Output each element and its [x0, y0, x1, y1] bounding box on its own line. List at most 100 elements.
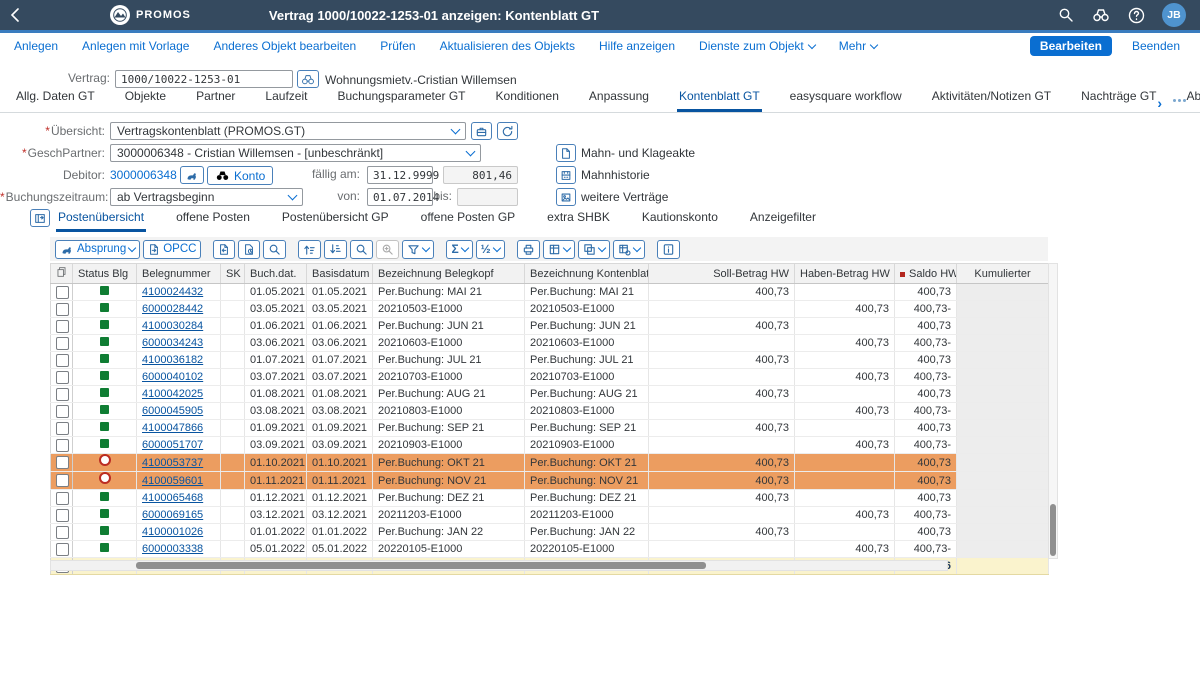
column-header-status-blg[interactable]: Status Blg: [73, 264, 137, 284]
vertrag-input[interactable]: 1000/10022-1253-01: [115, 70, 293, 88]
document-number-link[interactable]: 6000051707: [142, 439, 203, 451]
dunning-dog-button[interactable]: [180, 166, 204, 184]
menu-item-anlegen[interactable]: Anlegen: [14, 39, 58, 53]
document-number-link[interactable]: 4100024432: [142, 286, 203, 298]
row-checkbox[interactable]: [56, 405, 69, 418]
refresh-button[interactable]: [497, 122, 518, 140]
column-header-sk[interactable]: SK: [221, 264, 245, 284]
opcc-button[interactable]: OPCC: [143, 240, 201, 259]
info-button[interactable]: [657, 240, 680, 259]
tab-abweichende-bemessungen[interactable]: Abweichende Bemessungen: [1185, 89, 1200, 112]
vertrag-search-button[interactable]: [297, 70, 319, 88]
row-checkbox[interactable]: [56, 526, 69, 539]
column-header-kumulierter[interactable]: Kumulierter: [957, 264, 1049, 284]
faellig-input[interactable]: 31.12.9999: [367, 166, 433, 184]
jump-menu-button[interactable]: Absprung: [55, 240, 140, 259]
document-number-link[interactable]: 4100036182: [142, 354, 203, 366]
bis-input[interactable]: [457, 188, 518, 206]
sum-button[interactable]: Σ: [446, 240, 472, 259]
search-icon[interactable]: [1057, 6, 1075, 24]
tab-laufzeit[interactable]: Laufzeit: [263, 89, 309, 112]
layout-button[interactable]: [613, 240, 645, 259]
subtab-kautionskonto[interactable]: Kautionskonto: [640, 210, 720, 232]
mahn-klageakte-button[interactable]: [556, 144, 576, 162]
column-header-haben-betrag-hw[interactable]: Haben-Betrag HW: [795, 264, 895, 284]
tab-aktivit-ten-notizen-gt[interactable]: Aktivitäten/Notizen GT: [930, 89, 1053, 112]
views-button[interactable]: [578, 240, 610, 259]
vertical-scrollbar[interactable]: [1048, 263, 1058, 559]
weitere-vertraege-label[interactable]: weitere Verträge: [581, 188, 668, 206]
menu-item-pr-fen[interactable]: Prüfen: [380, 39, 415, 53]
document-number-link[interactable]: 6000069165: [142, 509, 203, 521]
column-header-selection[interactable]: [51, 264, 73, 284]
uebersicht-select[interactable]: Vertragskontenblatt (PROMOS.GT): [110, 122, 466, 140]
column-header-saldo-hw[interactable]: Saldo HW: [895, 264, 957, 284]
print-button[interactable]: [517, 240, 540, 259]
subtab-offene-posten-gp[interactable]: offene Posten GP: [419, 210, 518, 232]
vertical-scrollbar-thumb[interactable]: [1050, 504, 1056, 556]
binoculars-icon[interactable]: [1092, 6, 1110, 24]
document-number-link[interactable]: 6000003338: [142, 543, 203, 555]
document-number-link[interactable]: 4100001026: [142, 526, 203, 538]
buchungszeitraum-select[interactable]: ab Vertragsbeginn: [110, 188, 303, 206]
overview-variant-button[interactable]: [471, 122, 492, 140]
document-number-link[interactable]: 4100059601: [142, 475, 203, 487]
tab-overflow-chevron-icon[interactable]: ›: [1157, 95, 1162, 111]
subtotal-button[interactable]: ½: [476, 240, 505, 259]
subtab-posten-bersicht-gp[interactable]: Postenübersicht GP: [280, 210, 391, 232]
find-button[interactable]: [350, 240, 373, 259]
weitere-vertraege-button[interactable]: [556, 188, 576, 206]
column-header-belegnummer[interactable]: Belegnummer: [137, 264, 221, 284]
tab-overflow-dots-icon[interactable]: [1173, 99, 1186, 102]
row-checkbox[interactable]: [56, 509, 69, 522]
tab-kontenblatt-gt[interactable]: Kontenblatt GT: [677, 89, 762, 112]
row-checkbox[interactable]: [56, 439, 69, 452]
tab-buchungsparameter-gt[interactable]: Buchungsparameter GT: [335, 89, 467, 112]
mahnhistorie-button[interactable]: [556, 166, 576, 184]
tab-nachtr-ge-gt[interactable]: Nachträge GT: [1079, 89, 1158, 112]
horizontal-scrollbar[interactable]: [50, 560, 948, 571]
edit-button[interactable]: Bearbeiten: [1030, 36, 1112, 56]
detail-button[interactable]: [263, 240, 286, 259]
row-checkbox[interactable]: [56, 543, 69, 556]
tab-objekte[interactable]: Objekte: [123, 89, 168, 112]
row-checkbox[interactable]: [56, 354, 69, 367]
document-number-link[interactable]: 4100042025: [142, 388, 203, 400]
row-checkbox[interactable]: [56, 303, 69, 316]
document-number-link[interactable]: 4100047866: [142, 422, 203, 434]
column-header-basisdatum[interactable]: Basisdatum: [307, 264, 373, 284]
document-number-link[interactable]: 4100065468: [142, 492, 203, 504]
item-list-panel-button[interactable]: [30, 209, 50, 227]
recurring-document-button[interactable]: [238, 240, 260, 259]
column-header-bezeichnung-belegkopf[interactable]: Bezeichnung Belegkopf: [373, 264, 525, 284]
mahn-klageakte-label[interactable]: Mahn- und Klageakte: [581, 144, 695, 162]
end-button[interactable]: Beenden: [1126, 38, 1186, 54]
help-icon[interactable]: [1127, 6, 1145, 24]
filter-button[interactable]: [402, 240, 434, 259]
tab-konditionen[interactable]: Konditionen: [494, 89, 561, 112]
row-checkbox[interactable]: [56, 474, 69, 487]
geschpartner-select[interactable]: 3000006348 - Cristian Willemsen - [unbes…: [110, 144, 481, 162]
mahnhistorie-label[interactable]: Mahnhistorie: [581, 166, 650, 184]
document-number-link[interactable]: 6000034243: [142, 337, 203, 349]
tab-partner[interactable]: Partner: [194, 89, 237, 112]
row-checkbox[interactable]: [56, 337, 69, 350]
menu-item-mehr[interactable]: Mehr: [839, 39, 877, 53]
menu-item-anlegen-mit-vorlage[interactable]: Anlegen mit Vorlage: [82, 39, 189, 53]
menu-item-dienste-zum-objekt[interactable]: Dienste zum Objekt: [699, 39, 815, 53]
back-button[interactable]: [0, 0, 30, 30]
column-header-bezeichnung-kontenblattpos[interactable]: Bezeichnung Kontenblattpos.: [525, 264, 649, 284]
tab-allg-daten-gt[interactable]: Allg. Daten GT: [14, 89, 97, 112]
column-header-soll-betrag-hw[interactable]: Soll-Betrag HW: [649, 264, 795, 284]
subtab-extra-shbk[interactable]: extra SHBK: [545, 210, 612, 232]
tab-anpassung[interactable]: Anpassung: [587, 89, 651, 112]
row-checkbox[interactable]: [56, 422, 69, 435]
export-button[interactable]: [543, 240, 575, 259]
subtab-posten-bersicht[interactable]: Postenübersicht: [56, 210, 146, 232]
sort-descending-button[interactable]: [324, 240, 347, 259]
row-checkbox[interactable]: [56, 371, 69, 384]
column-header-buch-dat[interactable]: Buch.dat.: [245, 264, 307, 284]
row-checkbox[interactable]: [56, 456, 69, 469]
document-number-link[interactable]: 4100053737: [142, 457, 203, 469]
document-number-link[interactable]: 6000040102: [142, 371, 203, 383]
